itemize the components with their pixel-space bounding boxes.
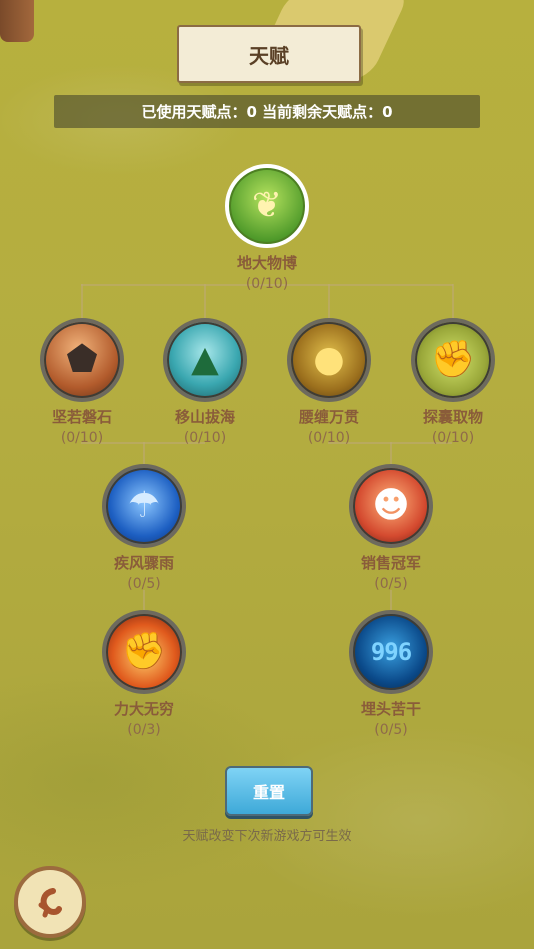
talent-progress: (0/3) [127, 722, 161, 738]
talent-progress: (0/10) [245, 276, 289, 292]
title-sign: 天赋 [177, 25, 361, 83]
talent-node-sales[interactable]: ☻ 销售冠军 (0/5) [326, 464, 456, 592]
talent-progress: (0/10) [307, 430, 351, 446]
talent-node-rain[interactable]: ☂ 疾风骤雨 (0/5) [79, 464, 209, 592]
mountain-icon: ▲ [163, 318, 247, 402]
talent-progress: (0/10) [60, 430, 104, 446]
reset-button[interactable]: 重置 [225, 766, 313, 816]
talent-node-power[interactable]: ✊ 力大无穷 (0/3) [79, 610, 209, 738]
talent-name: 力大无穷 [113, 700, 174, 718]
talent-progress: (0/10) [431, 430, 475, 446]
connector [81, 284, 83, 318]
talent-name: 坚若磐石 [51, 408, 112, 426]
coins-icon: ● [287, 318, 371, 402]
talent-name: 腰缠万贯 [298, 408, 359, 426]
sales-panda-icon: ☻ [349, 464, 433, 548]
page-title: 天赋 [249, 43, 289, 68]
talent-progress: (0/10) [183, 430, 227, 446]
talent-node-grab[interactable]: ✊ 探囊取物 (0/10) [388, 318, 518, 446]
grab-hand-icon: ✊ [411, 318, 495, 402]
talent-screen: 天赋 已使用天赋点：0 当前剩余天赋点：0 ❦ 地大物博 (0/10) ⬟ 坚若… [0, 0, 534, 949]
talent-progress: (0/5) [374, 576, 408, 592]
reset-button-label: 重置 [252, 783, 285, 802]
wheat-icon: ❦ [225, 164, 309, 248]
talent-node-rock[interactable]: ⬟ 坚若磐石 (0/10) [17, 318, 147, 446]
background-tree [0, 0, 34, 42]
talent-name: 地大物博 [236, 254, 297, 272]
talent-node-hardwork[interactable]: 996 埋头苦干 (0/5) [326, 610, 456, 738]
talent-name: 疾风骤雨 [113, 554, 174, 572]
talent-name: 销售冠军 [360, 554, 421, 572]
talent-name: 埋头苦干 [360, 700, 421, 718]
talent-progress: (0/5) [127, 576, 161, 592]
talent-node-coins[interactable]: ● 腰缠万贯 (0/10) [264, 318, 394, 446]
notice-text: 天赋改变下次新游戏方可生效 [182, 829, 352, 844]
rain-icon: ☂ [102, 464, 186, 548]
talent-node-root[interactable]: ❦ 地大物博 (0/10) [202, 164, 332, 292]
back-button[interactable] [14, 866, 86, 938]
back-arrow-icon [38, 888, 62, 918]
talent-points-text: 已使用天赋点：0 当前剩余天赋点：0 [141, 103, 393, 121]
talent-node-mountain[interactable]: ▲ 移山拔海 (0/10) [140, 318, 270, 446]
flaming-fist-icon: ✊ [102, 610, 186, 694]
number-996-icon: 996 [349, 610, 433, 694]
talent-points-bar: 已使用天赋点：0 当前剩余天赋点：0 [54, 95, 480, 128]
connector [143, 590, 145, 610]
rock-icon: ⬟ [40, 318, 124, 402]
talent-name: 移山拔海 [174, 408, 235, 426]
icon-996-text: 996 [370, 638, 412, 666]
talent-progress: (0/5) [374, 722, 408, 738]
connector [452, 284, 454, 318]
talent-name: 探囊取物 [422, 408, 483, 426]
connector [390, 590, 392, 610]
